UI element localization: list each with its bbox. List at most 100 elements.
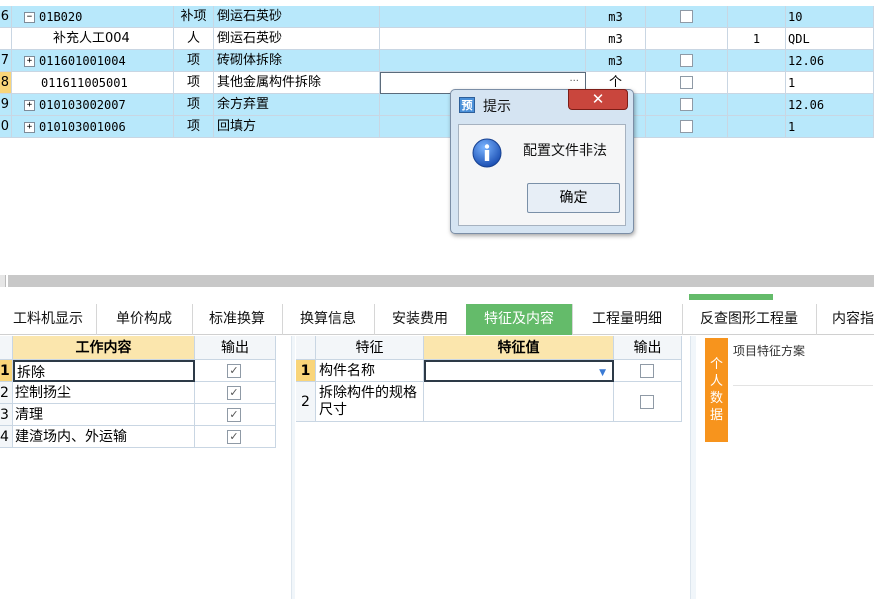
- checkbox[interactable]: [680, 98, 693, 111]
- tab-conversion-info[interactable]: 换算信息: [282, 304, 375, 335]
- row-number: 2: [0, 382, 13, 404]
- type-cell: 项: [174, 50, 214, 72]
- checkbox[interactable]: [680, 10, 693, 23]
- close-button[interactable]: ✕: [568, 89, 628, 110]
- checkbox[interactable]: [680, 54, 693, 67]
- quantity-cell[interactable]: 12.06: [786, 94, 874, 116]
- chevron-down-icon[interactable]: ▼: [599, 362, 606, 380]
- code-text: 010103002007: [39, 98, 126, 112]
- panel-splitter[interactable]: [690, 336, 696, 599]
- horizontal-scrollbar[interactable]: [8, 275, 874, 287]
- feature-name-cell: 拆除构件的规格尺寸: [316, 382, 424, 422]
- name-cell[interactable]: 回填方: [214, 116, 380, 138]
- code-cell[interactable]: −01B020: [12, 6, 174, 28]
- tab-install-fee[interactable]: 安装费用: [374, 304, 467, 335]
- checkbox-checked[interactable]: ✓: [227, 408, 241, 422]
- output-cell[interactable]: [614, 382, 682, 422]
- row-number: 1: [0, 360, 13, 382]
- dialog-body: 配置文件非法 确定: [458, 124, 626, 226]
- feature-cell[interactable]: [380, 6, 586, 28]
- check-cell[interactable]: [646, 6, 728, 28]
- work-content-cell[interactable]: 建渣场内、外运输: [13, 426, 195, 448]
- table-row[interactable]: 7 +011601001004 项 砖砌体拆除 m3 12.06: [0, 50, 874, 72]
- checkbox[interactable]: [640, 395, 654, 409]
- qty-cell: [728, 50, 786, 72]
- feature-cell[interactable]: [380, 28, 586, 50]
- checkbox[interactable]: [680, 120, 693, 133]
- row-number: 0: [0, 116, 12, 138]
- tab-features-content[interactable]: 特征及内容: [466, 304, 573, 335]
- table-row[interactable]: 0 +010103001006 项 回填方 1: [0, 116, 874, 138]
- row-number: [0, 28, 12, 50]
- tab-unit-price[interactable]: 单价构成: [96, 304, 193, 335]
- table-row[interactable]: 6 −01B020 补项 倒运石英砂 m3 10: [0, 6, 874, 28]
- checkbox-checked[interactable]: ✓: [227, 364, 241, 378]
- code-cell[interactable]: +010103002007: [12, 94, 174, 116]
- tab-graphic-quantity[interactable]: 反查图形工程量: [682, 304, 817, 335]
- code-cell[interactable]: +010103001006: [12, 116, 174, 138]
- quantity-cell[interactable]: QDL: [786, 28, 874, 50]
- feature-panel: 特征 特征值 输出 1 构件名称 ▼ 2 拆除构件的规格尺寸: [296, 336, 688, 599]
- tab-material-display[interactable]: 工料机显示: [0, 304, 97, 335]
- row-number: 2: [296, 382, 316, 422]
- code-text: 011601001004: [39, 54, 126, 68]
- qty-cell[interactable]: 1: [728, 28, 786, 50]
- unit-cell: m3: [586, 50, 646, 72]
- checkbox[interactable]: [680, 76, 693, 89]
- expand-icon[interactable]: +: [24, 122, 35, 133]
- check-cell[interactable]: [646, 50, 728, 72]
- work-content-cell[interactable]: 控制扬尘: [13, 382, 195, 404]
- tab-standard-conversion[interactable]: 标准换算: [192, 304, 283, 335]
- checkbox-checked[interactable]: ✓: [227, 430, 241, 444]
- output-cell[interactable]: ✓: [195, 382, 276, 404]
- name-cell[interactable]: 倒运石英砂: [214, 6, 380, 28]
- table-row[interactable]: 补充人工004 人 倒运石英砂 m3 1 QDL: [0, 28, 874, 50]
- tab-content-index[interactable]: 内容指: [816, 304, 874, 335]
- name-cell[interactable]: 倒运石英砂: [214, 28, 380, 50]
- checkbox[interactable]: [640, 364, 654, 378]
- code-cell[interactable]: +011601001004: [12, 50, 174, 72]
- check-cell[interactable]: [646, 116, 728, 138]
- dialog-title: 提示: [483, 99, 511, 115]
- ok-button[interactable]: 确定: [527, 183, 620, 213]
- tab-quantity-detail[interactable]: 工程量明细: [572, 304, 683, 335]
- bill-grid: 6 −01B020 补项 倒运石英砂 m3 10 补充人工004 人 倒运石英砂…: [0, 0, 874, 140]
- personal-data-tab[interactable]: 个人数据: [705, 338, 728, 442]
- name-cell[interactable]: 余方弃置: [214, 94, 380, 116]
- output-cell[interactable]: ✓: [195, 426, 276, 448]
- table-row[interactable]: 9 +010103002007 项 余方弃置 12.06: [0, 94, 874, 116]
- feature-value-dropdown[interactable]: ▼: [424, 360, 614, 382]
- row-number: 4: [0, 426, 13, 448]
- expand-icon[interactable]: +: [24, 100, 35, 111]
- detail-tab-bar: 工料机显示 单价构成 标准换算 换算信息 安装费用 特征及内容 工程量明细 反查…: [0, 304, 874, 335]
- feature-value-cell[interactable]: [424, 382, 614, 422]
- checkbox-checked[interactable]: ✓: [227, 386, 241, 400]
- collapse-icon[interactable]: −: [24, 12, 35, 23]
- quantity-cell[interactable]: 12.06: [786, 50, 874, 72]
- panel-splitter[interactable]: [291, 336, 295, 599]
- check-cell[interactable]: [646, 94, 728, 116]
- work-content-cell[interactable]: 清理: [13, 404, 195, 426]
- work-content-cell[interactable]: 拆除: [13, 360, 195, 382]
- output-cell[interactable]: [614, 360, 682, 382]
- feature-value-header: 特征值: [424, 336, 614, 360]
- name-cell[interactable]: 砖砌体拆除: [214, 50, 380, 72]
- scroll-left-button[interactable]: [0, 275, 6, 287]
- expand-icon[interactable]: +: [24, 56, 35, 67]
- feature-cell[interactable]: [380, 50, 586, 72]
- info-icon: [472, 138, 502, 168]
- quantity-cell[interactable]: 1: [786, 116, 874, 138]
- quantity-cell[interactable]: 10: [786, 6, 874, 28]
- qty-cell: [728, 72, 786, 94]
- unit-cell: m3: [586, 28, 646, 50]
- check-cell[interactable]: [646, 72, 728, 94]
- splitter-handle[interactable]: [689, 294, 773, 300]
- code-cell[interactable]: 补充人工004: [12, 28, 174, 50]
- code-cell[interactable]: 011611005001: [12, 72, 174, 94]
- output-cell[interactable]: ✓: [195, 404, 276, 426]
- output-cell[interactable]: ✓: [195, 360, 276, 382]
- quantity-cell[interactable]: 1: [786, 72, 874, 94]
- name-cell[interactable]: 其他金属构件拆除: [214, 72, 380, 94]
- table-row[interactable]: 8 011611005001 项 其他金属构件拆除 ··· 个 1: [0, 72, 874, 94]
- code-text: 011611005001: [41, 76, 128, 90]
